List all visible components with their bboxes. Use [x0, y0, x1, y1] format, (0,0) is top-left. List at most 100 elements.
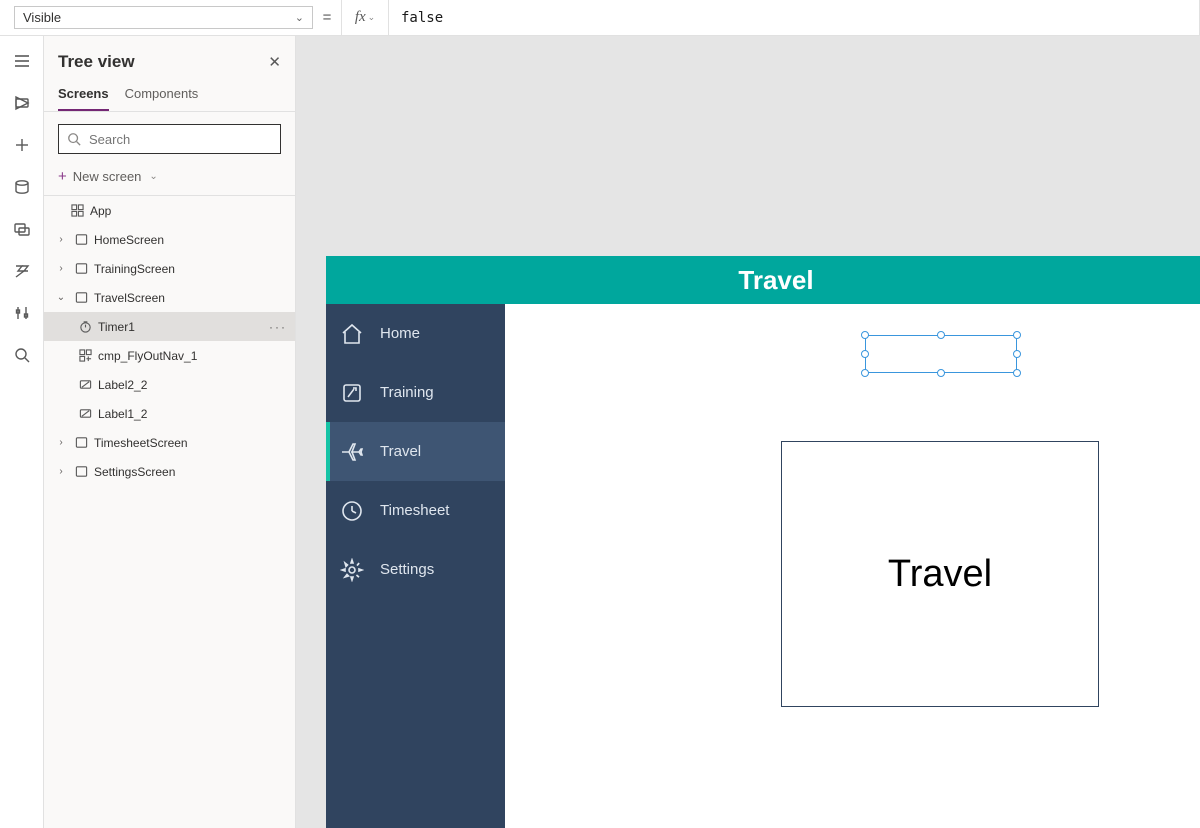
tree: App › HomeScreen › TrainingScreen ⌄ Trav… [44, 195, 295, 486]
tree-label: TrainingScreen [94, 262, 175, 276]
screen-icon [74, 465, 88, 479]
tree-label: Timer1 [98, 320, 135, 334]
tree-node-timer1[interactable]: Timer1 ··· [44, 312, 295, 341]
app-header: Travel [326, 256, 1200, 304]
tree-label: App [90, 204, 111, 218]
power-automate-icon[interactable] [13, 262, 31, 280]
expand-icon[interactable]: › [54, 234, 68, 245]
screen-icon [74, 436, 88, 450]
resize-handle[interactable] [1013, 350, 1021, 358]
search-icon [67, 132, 81, 146]
tab-components[interactable]: Components [125, 82, 199, 111]
timer-icon [78, 320, 92, 334]
nav-item-settings[interactable]: Settings [326, 540, 505, 599]
label-icon [78, 407, 92, 421]
tree-node-trainingscreen[interactable]: › TrainingScreen [44, 254, 295, 283]
nav-label: Settings [380, 561, 434, 578]
app-icon [70, 204, 84, 218]
formula-bar: Visible ⌄ = fx ⌄ [0, 0, 1200, 36]
resize-handle[interactable] [861, 331, 869, 339]
tree-view-panel: Tree view ✕ Screens Components + New scr… [44, 36, 296, 828]
property-selector[interactable]: Visible ⌄ [14, 6, 313, 29]
nav-item-timesheet[interactable]: Timesheet [326, 481, 505, 540]
expand-icon[interactable]: › [54, 263, 68, 274]
formula-input[interactable] [389, 0, 1200, 35]
nav-label: Home [380, 325, 420, 342]
expand-icon[interactable]: › [54, 466, 68, 477]
plus-icon: + [58, 168, 67, 185]
resize-handle[interactable] [1013, 369, 1021, 377]
tree-node-timesheetscreen[interactable]: › TimesheetScreen [44, 428, 295, 457]
screen-icon [74, 262, 88, 276]
app-header-title: Travel [738, 265, 813, 296]
chevron-down-icon: ⌄ [295, 11, 304, 24]
screen-icon [74, 291, 88, 305]
gear-icon [340, 558, 364, 582]
tree-node-travelscreen[interactable]: ⌄ TravelScreen [44, 283, 295, 312]
tree-label: cmp_FlyOutNav_1 [98, 349, 197, 363]
tree-node-cmp-flyoutnav[interactable]: cmp_FlyOutNav_1 [44, 341, 295, 370]
media-icon[interactable] [13, 220, 31, 238]
panel-title: Tree view [58, 52, 135, 72]
nav-item-home[interactable]: Home [326, 304, 505, 363]
resize-handle[interactable] [937, 331, 945, 339]
nav-label: Timesheet [380, 502, 449, 519]
tree-label: SettingsScreen [94, 465, 175, 479]
more-icon[interactable]: ··· [269, 320, 287, 334]
label-control[interactable]: Travel [781, 441, 1099, 707]
app-sidebar: Home Training Travel Timesheet [326, 304, 505, 828]
new-screen-button[interactable]: + New screen ⌄ [44, 162, 295, 195]
tree-label: TimesheetScreen [94, 436, 188, 450]
nav-label: Training [380, 384, 434, 401]
tree-label: TravelScreen [94, 291, 165, 305]
home-icon [340, 322, 364, 346]
nav-label: Travel [380, 443, 421, 460]
training-icon [340, 381, 364, 405]
airplane-icon [340, 440, 364, 464]
resize-handle[interactable] [1013, 331, 1021, 339]
resize-handle[interactable] [861, 350, 869, 358]
insert-icon[interactable] [13, 136, 31, 154]
tools-icon[interactable] [13, 304, 31, 322]
app-preview: Travel Home Training Travel [326, 256, 1200, 828]
selected-control-timer1[interactable] [865, 335, 1017, 373]
chevron-down-icon: ⌄ [149, 171, 157, 182]
property-name: Visible [23, 10, 61, 25]
new-screen-label: New screen [73, 169, 142, 184]
close-icon[interactable]: ✕ [268, 53, 281, 71]
canvas[interactable]: Travel Home Training Travel [296, 36, 1200, 828]
fx-button[interactable]: fx ⌄ [341, 0, 389, 35]
expand-icon[interactable]: › [54, 437, 68, 448]
panel-tabs: Screens Components [44, 82, 295, 112]
left-rail [0, 36, 44, 828]
chevron-down-icon: ⌄ [368, 12, 376, 23]
tree-node-homescreen[interactable]: › HomeScreen [44, 225, 295, 254]
search-icon[interactable] [13, 346, 31, 364]
tree-label: HomeScreen [94, 233, 164, 247]
hamburger-icon[interactable] [13, 52, 31, 70]
tree-label: Label1_2 [98, 407, 147, 421]
resize-handle[interactable] [861, 369, 869, 377]
tree-node-label1[interactable]: Label1_2 [44, 399, 295, 428]
label-text: Travel [888, 553, 992, 596]
tree-label: Label2_2 [98, 378, 147, 392]
nav-item-travel[interactable]: Travel [326, 422, 505, 481]
screen-icon [74, 233, 88, 247]
app-content: Travel [505, 304, 1200, 828]
search-input[interactable] [89, 132, 272, 147]
resize-handle[interactable] [937, 369, 945, 377]
tree-view-icon[interactable] [13, 94, 31, 112]
tab-screens[interactable]: Screens [58, 82, 109, 111]
search-box[interactable] [58, 124, 281, 154]
nav-item-training[interactable]: Training [326, 363, 505, 422]
clock-icon [340, 499, 364, 523]
tree-node-app[interactable]: App [44, 196, 295, 225]
label-icon [78, 378, 92, 392]
collapse-icon[interactable]: ⌄ [54, 292, 68, 303]
component-icon [78, 349, 92, 363]
fx-icon: fx [355, 9, 366, 26]
tree-node-label2[interactable]: Label2_2 [44, 370, 295, 399]
equals-label: = [313, 0, 341, 35]
tree-node-settingsscreen[interactable]: › SettingsScreen [44, 457, 295, 486]
data-icon[interactable] [13, 178, 31, 196]
